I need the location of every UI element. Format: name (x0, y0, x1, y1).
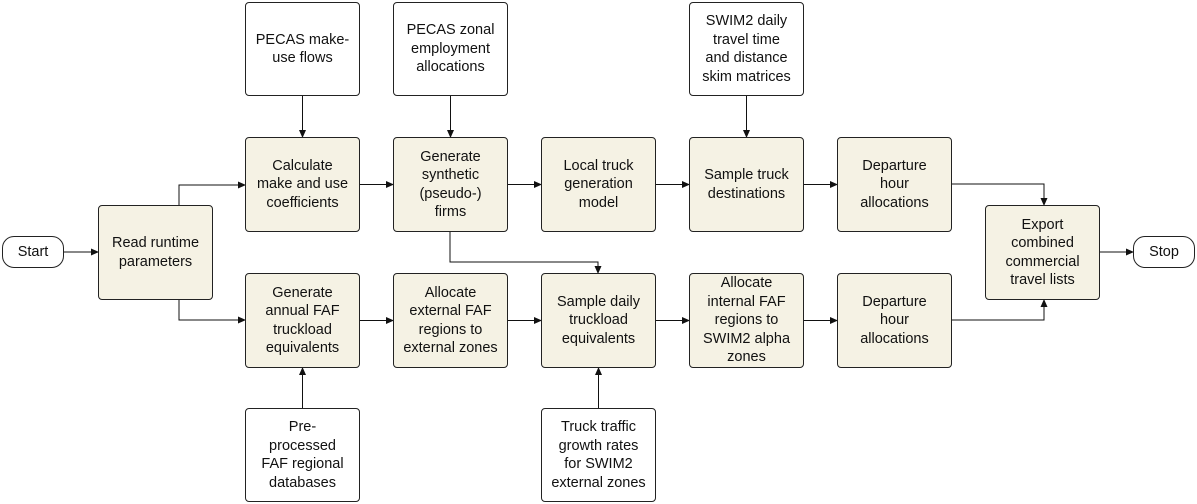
node-label-line: and distance (705, 50, 788, 66)
node-departure-top: Departure hour allocations (837, 137, 952, 232)
node-label-line: model (578, 194, 619, 211)
node-label-line: coefficients (266, 194, 339, 211)
node-label-line: SWIM2 daily (705, 13, 788, 29)
node-label-line: synthetic (421, 167, 480, 183)
node-swim2-skims: SWIM2 daily travel time and distance skim m… (689, 2, 804, 96)
node-label-line: make and use (256, 176, 349, 193)
node-label-line: processed (269, 437, 336, 454)
node-label-line: for SWIM2 (564, 456, 633, 472)
node-label-line: Sample daily (556, 293, 640, 310)
node-gen-faf: Generate annual FAF truckload equivalents (245, 273, 360, 368)
node-label-line: allocations (860, 330, 929, 347)
node-label-line: internal FAF (707, 293, 786, 310)
node-label-line: Departure (862, 157, 927, 174)
node-label-line: Calculate (272, 157, 333, 174)
edge-read-runtime-to-calc-coefficients (178, 181, 246, 205)
node-pecas-make-use: PECAS make-use flows (245, 2, 360, 96)
node-label-line: Read runtime (111, 235, 200, 251)
node-label-line: travel lists (1010, 272, 1075, 288)
node-label-line: firms (434, 204, 467, 220)
edge-gen-firms-to-sample-daily (449, 232, 602, 274)
node-label-line: regions to (714, 312, 779, 329)
node-local-truck: Local truck generation model (541, 137, 656, 232)
node-label-line: commercial (1005, 253, 1080, 270)
node-label-line: Pre- (288, 419, 317, 435)
node-label-line: FAF regional (261, 456, 344, 472)
node-label-line: equivalents (561, 330, 636, 347)
node-label-line: Allocate (424, 284, 477, 301)
node-calc-coefficients: Calculate make and use coefficients (245, 137, 360, 232)
node-label-line: employment (411, 40, 490, 57)
flowchart: Start Read runtime parameters PECAS make-us… (0, 0, 1197, 504)
node-label-line: combined (1011, 235, 1074, 251)
node-label-line: generation (564, 176, 633, 193)
node-label-line: Export (1021, 216, 1064, 233)
node-sample-daily: Sample daily truckload equivalents (541, 273, 656, 368)
node-label-line: growth rates (558, 437, 639, 454)
node-label-line: PECAS zonal (406, 22, 495, 39)
node-label-line: Sample truck (704, 167, 789, 183)
node-label-line: travel time (713, 31, 780, 48)
node-label-line: destinations (707, 185, 786, 202)
node-label-line: Departure (862, 293, 927, 310)
node-label-line: allocations (416, 59, 485, 76)
node-departure-bottom: Departure hour allocations (837, 273, 952, 368)
node-label-line: SWIM2 alpha (702, 330, 791, 347)
node-label-line: external FAF (409, 303, 492, 319)
node-label-line: hour (879, 176, 910, 193)
node-label-line: external zones (551, 474, 646, 491)
edge-read-runtime-to-gen-faf (178, 300, 246, 324)
node-gen-firms: Generate synthetic (pseudo-) firms (393, 137, 508, 232)
node-allocate-internal: Allocate internal FAF regions to SWIM2 alph… (689, 273, 804, 368)
node-label-line: allocations (860, 194, 929, 211)
node-label-line: Local truck (563, 157, 634, 174)
node-label-line: databases (269, 474, 336, 491)
node-label-line: annual FAF (265, 303, 340, 319)
node-stop: Stop (1133, 236, 1195, 268)
node-sample-destinations: Sample truck destinations (689, 137, 804, 232)
node-label-line: equivalents (265, 340, 340, 356)
node-allocate-external: Allocate external FAF regions to external z… (393, 273, 508, 368)
node-label-line: (pseudo-) (419, 185, 482, 202)
node-label-line: Allocate (720, 275, 773, 292)
node-label-line: use flows (272, 50, 333, 66)
node-export: Export combined commercial travel lists (985, 205, 1100, 300)
node-label-line: truckload (569, 312, 628, 329)
node-pecas-zonal: PECAS zonal employment allocations (393, 2, 508, 96)
node-label-line: Generate (272, 284, 333, 301)
node-preprocessed-faf: Pre-processed FAF regional databases (245, 408, 360, 502)
node-read-runtime: Read runtime parameters (98, 205, 213, 300)
node-label-line: skim matrices (702, 68, 791, 85)
node-label-line: Truck traffic (561, 419, 636, 435)
edge-departure-bottom-to-export (952, 299, 1048, 321)
node-label-line: hour (879, 312, 910, 329)
node-label-line: Start (17, 243, 49, 260)
node-label-line: PECAS make- (255, 31, 350, 48)
node-label-line: regions to (418, 321, 483, 338)
node-start: Start (2, 236, 64, 268)
node-label-line: Generate (420, 148, 481, 165)
node-truck-growth: Truck traffic growth rates for SWIM2 extern… (541, 408, 656, 502)
node-label-line: zones (727, 349, 766, 366)
node-label-line: Stop (1149, 243, 1179, 260)
node-label-line: external zones (403, 340, 498, 356)
edge-departure-top-to-export (952, 183, 1048, 206)
node-label-line: truckload (273, 321, 332, 338)
node-label-line: parameters (118, 253, 193, 270)
